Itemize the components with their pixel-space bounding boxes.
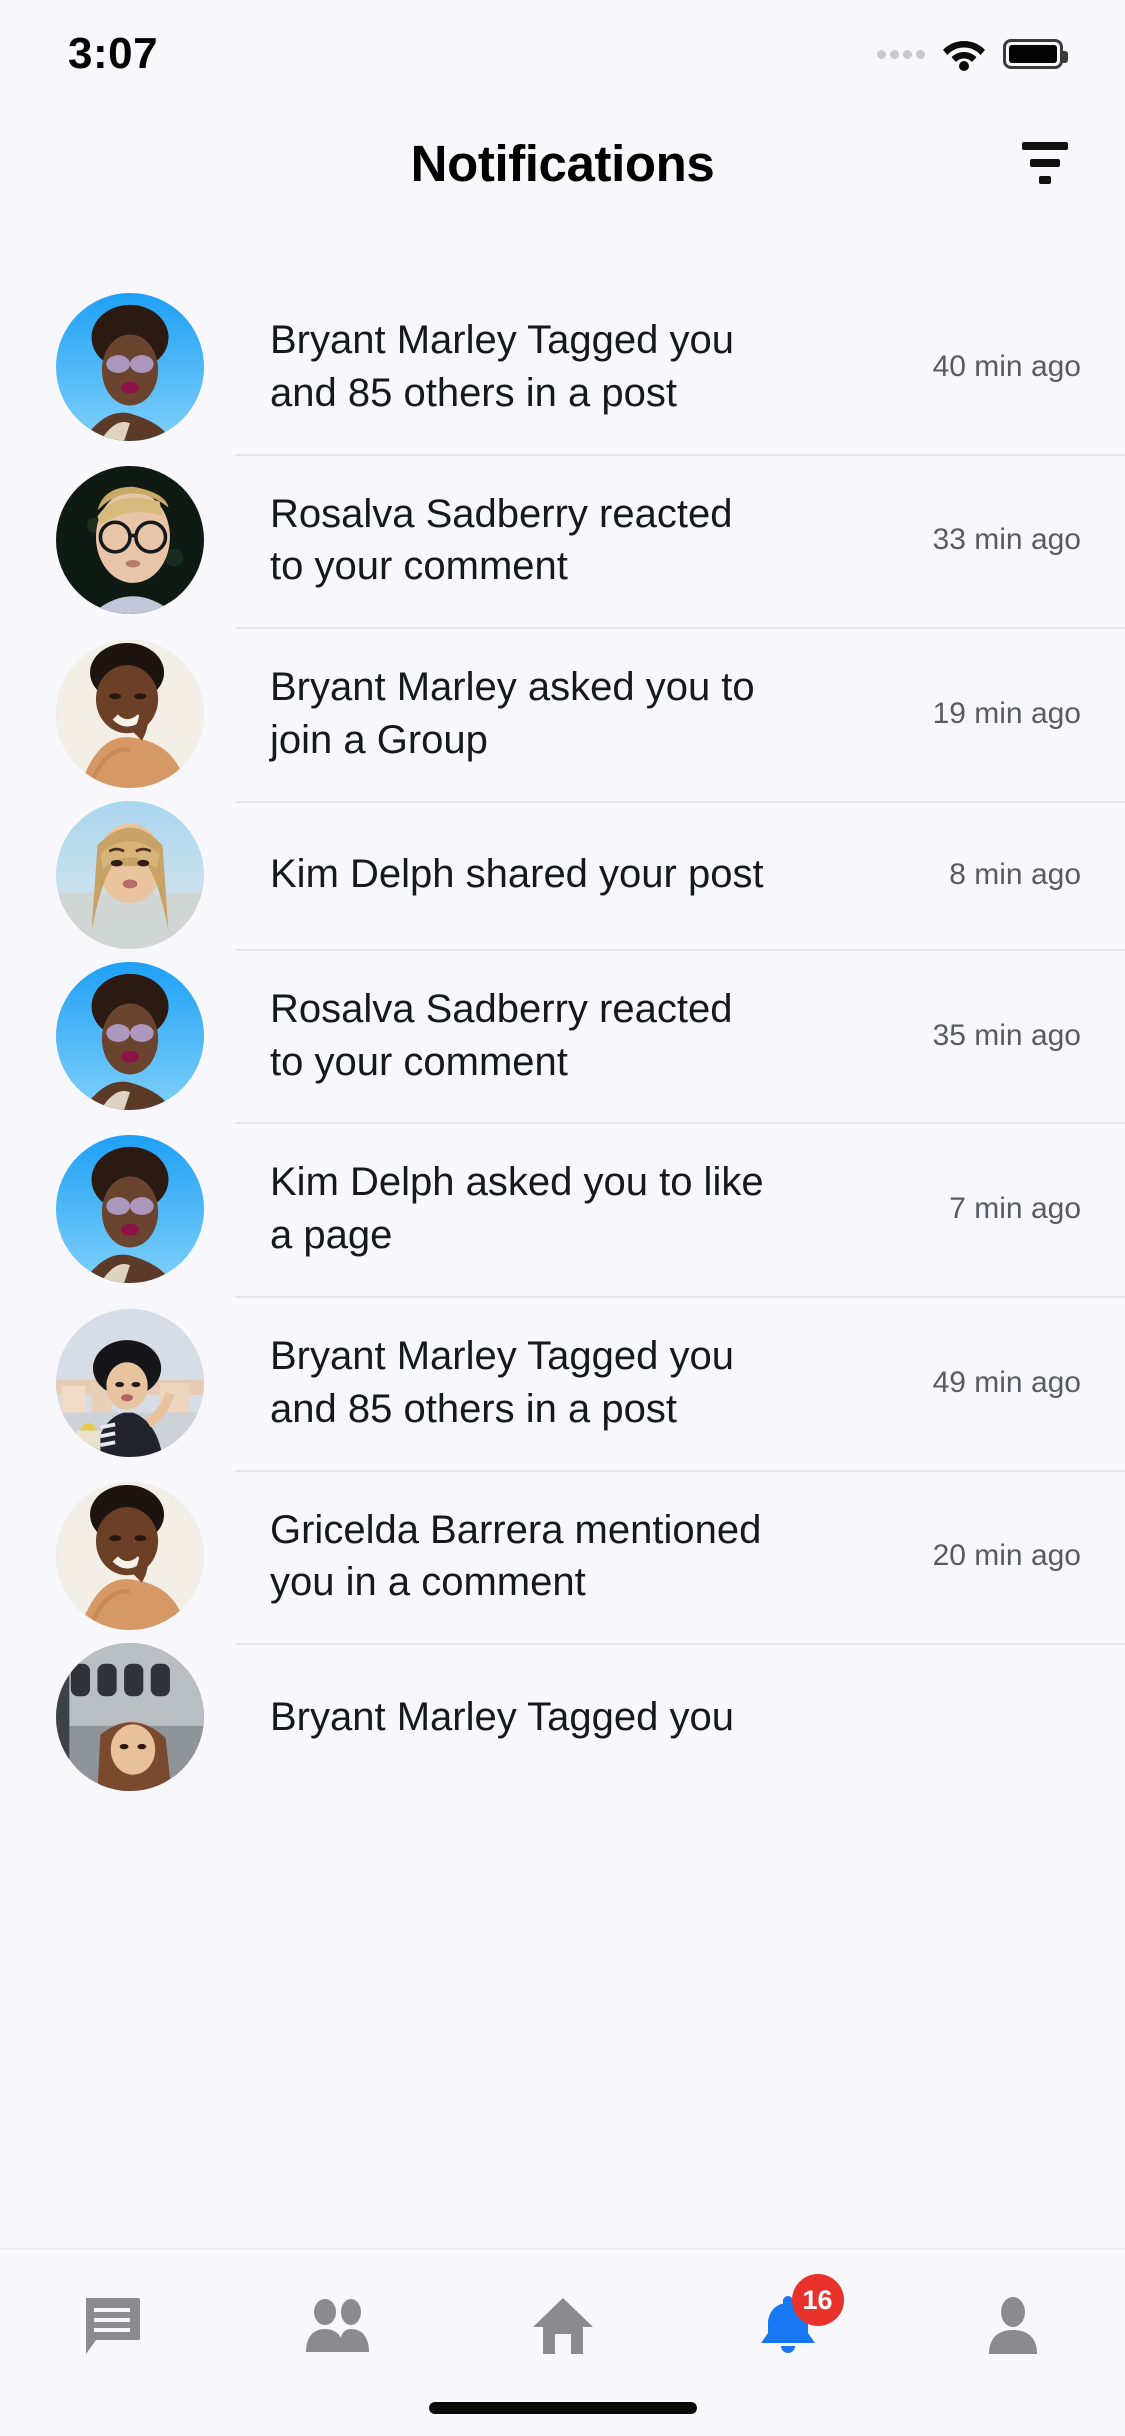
avatar[interactable] [56, 961, 204, 1110]
notification-text: Bryant Marley asked you to join a Group [270, 665, 755, 762]
notification-text: Rosalva Sadberry reacted to your comment [270, 986, 733, 1084]
avatar[interactable] [56, 292, 204, 441]
notification-row[interactable]: Bryant Marley asked you to join a Group … [0, 627, 1125, 801]
notification-row[interactable]: Bryant Marley Tagged you and 85 others i… [0, 280, 1125, 454]
avatar[interactable] [56, 1482, 204, 1631]
notification-text: Kim Delph asked you to like a page [270, 1160, 764, 1258]
home-icon [532, 2298, 593, 2354]
notification-time: 20 min ago [932, 1539, 1081, 1573]
notification-time: 35 min ago [932, 1018, 1081, 1052]
notification-body: Rosalva Sadberry reacted to your comment [204, 454, 917, 628]
notification-badge: 16 [791, 2274, 844, 2326]
notification-text: Bryant Marley Tagged you [270, 1694, 734, 1739]
notification-row[interactable]: Kim Delph asked you to like a page 7 min… [0, 1122, 1125, 1296]
page-title: Notifications [410, 134, 715, 192]
avatar[interactable] [56, 1308, 204, 1457]
tab-profile[interactable] [900, 2284, 1125, 2368]
avatar[interactable] [56, 466, 204, 615]
notification-body: Kim Delph shared your post [204, 814, 933, 935]
notification-row[interactable]: Gricelda Barrera mentioned you in a comm… [0, 1469, 1125, 1644]
notification-body: Gricelda Barrera mentioned you in a comm… [204, 1470, 917, 1644]
notification-time: 33 min ago [932, 523, 1081, 557]
battery-full-icon [1003, 39, 1068, 69]
avatar[interactable] [56, 800, 204, 949]
avatar[interactable] [56, 639, 204, 788]
notifications-list[interactable]: Bryant Marley Tagged you and 85 others i… [0, 218, 1125, 2248]
notification-body: Rosalva Sadberry reacted to your comment [204, 949, 917, 1123]
notification-time: 49 min ago [932, 1365, 1081, 1399]
notification-time: 7 min ago [949, 1192, 1081, 1226]
status-indicators [877, 37, 1068, 71]
chat-bubble-icon [85, 2298, 140, 2354]
notification-text: Gricelda Barrera mentioned you in a comm… [270, 1507, 762, 1605]
notification-body: Kim Delph asked you to like a page [204, 1122, 933, 1296]
phone-screen: 3:07 Notifications Bryant Marley Tagged … [0, 0, 1125, 2436]
tab-notifications[interactable]: 16 [675, 2274, 900, 2368]
bottom-navigation: 16 [0, 2248, 1125, 2436]
notification-text: Rosalva Sadberry reacted to your comment [270, 491, 733, 589]
status-bar: 3:07 [0, 0, 1125, 108]
avatar[interactable] [56, 1643, 204, 1792]
notification-row[interactable]: Bryant Marley Tagged you and 85 others i… [0, 1295, 1125, 1470]
notification-body: Bryant Marley asked you to join a Group [204, 627, 917, 801]
avatar[interactable] [56, 1135, 204, 1284]
notification-row[interactable]: Rosalva Sadberry reacted to your comment… [0, 453, 1125, 628]
tab-messages[interactable] [0, 2284, 225, 2368]
notification-text: Bryant Marley Tagged you and 85 others i… [270, 1333, 734, 1431]
notification-time: 40 min ago [932, 349, 1081, 383]
people-icon [305, 2299, 369, 2352]
notification-time: 19 min ago [932, 696, 1081, 730]
notification-text: Bryant Marley Tagged you and 85 others i… [270, 318, 734, 415]
status-time: 3:07 [68, 29, 159, 78]
filter-icon[interactable] [1009, 127, 1081, 199]
notification-row[interactable]: Bryant Marley Tagged you [0, 1643, 1125, 1792]
tab-home[interactable] [450, 2284, 675, 2368]
notification-body: Bryant Marley Tagged you and 85 others i… [204, 280, 917, 454]
notification-body: Bryant Marley Tagged you and 85 others i… [204, 1296, 917, 1470]
notification-body: Bryant Marley Tagged you [204, 1657, 1065, 1778]
signal-dots-icon [877, 49, 925, 59]
person-icon [988, 2297, 1037, 2354]
notification-row[interactable]: Kim Delph shared your post 8 min ago [0, 800, 1125, 949]
home-indicator [428, 2402, 697, 2414]
wifi-icon [943, 41, 985, 71]
tab-friends[interactable] [225, 2284, 450, 2368]
notification-time: 8 min ago [949, 857, 1081, 891]
notification-text: Kim Delph shared your post [270, 852, 764, 897]
app-header: Notifications [0, 108, 1125, 218]
notification-row[interactable]: Rosalva Sadberry reacted to your comment… [0, 948, 1125, 1123]
